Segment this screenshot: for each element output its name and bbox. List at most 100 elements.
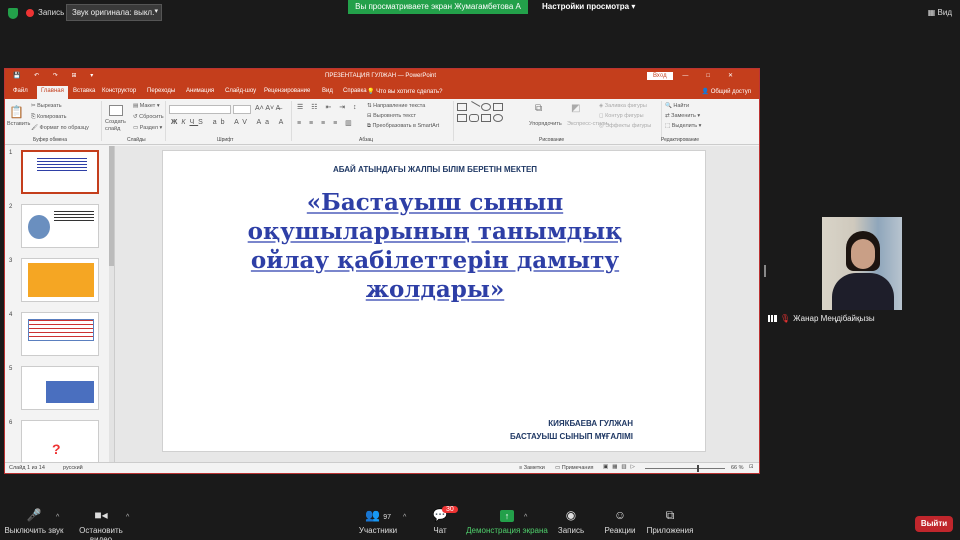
participant-video[interactable] — [822, 217, 902, 310]
tab-view[interactable]: Вид — [322, 88, 333, 94]
slide-title-line-3: ойлау қабілеттерін дамыту — [250, 247, 620, 274]
new-slide-icon — [109, 105, 123, 116]
copy-button[interactable]: ⎘ Копировать — [31, 114, 67, 121]
text-direction-button[interactable]: ⇅ Направление текста — [367, 103, 425, 109]
slide-thumbnail-4[interactable] — [21, 312, 99, 356]
thumbnail-text-lines — [54, 211, 94, 223]
original-audio-dropdown[interactable]: Звук оригинала: выкл. ▾ — [66, 4, 162, 21]
record-button[interactable]: ◉ Запись — [552, 508, 590, 535]
chevron-down-icon: ▾ — [154, 8, 158, 15]
triangle-shape-icon — [457, 114, 467, 122]
comments-button[interactable]: ▭ Примечания — [555, 465, 594, 471]
apps-button[interactable]: ⧉ Приложения — [644, 508, 696, 535]
share-button[interactable]: 👤 Общий доступ — [702, 88, 751, 95]
scrollbar-thumb[interactable] — [109, 146, 114, 266]
chat-button[interactable]: 💬 30 Чат — [426, 506, 458, 535]
mute-button[interactable]: 🎤 Выключить звук — [4, 508, 64, 535]
view-buttons[interactable]: ▣▦▥▷ — [603, 464, 639, 470]
replace-label: Заменить — [671, 113, 696, 119]
section-button[interactable]: ▭ Раздел ▾ — [133, 125, 162, 131]
paste-button[interactable]: Вставить — [7, 121, 30, 127]
fit-slide-icon[interactable]: ⊡ — [749, 464, 754, 470]
thumbnail-scrollbar[interactable] — [109, 146, 114, 462]
shape-outline-button[interactable]: ◻ Контур фигуры — [599, 113, 644, 119]
font-family-input[interactable] — [169, 105, 231, 114]
notes-button[interactable]: ≡ Заметки — [519, 465, 545, 471]
cut-button[interactable]: ✂ Вырезать — [31, 103, 62, 109]
font-format-buttons[interactable]: ЖКЧS ab AV Aa A — [171, 119, 287, 126]
smartart-button[interactable]: ⧉ Преобразовать в SmartArt — [367, 123, 439, 130]
divider — [165, 101, 166, 141]
align-buttons[interactable]: ≡ ≡ ≡ ≡ ▥ — [297, 119, 355, 127]
tab-insert[interactable]: Вставка — [73, 88, 95, 94]
view-mode-button[interactable]: ▦ Вид — [928, 8, 952, 17]
camera-icon: ■◂ — [94, 508, 108, 522]
slide-thumbnail-6[interactable]: ? — [21, 420, 99, 464]
align-text-label: Выровнять текст — [373, 113, 416, 119]
zoom-slider[interactable] — [645, 468, 725, 469]
zoom-level[interactable]: 66 % — [731, 465, 744, 471]
window-controls[interactable]: ▭—□✕ — [659, 72, 751, 79]
tab-slideshow[interactable]: Слайд-шоу — [225, 88, 256, 94]
font-size-input[interactable] — [233, 105, 251, 114]
thumbnail-number: 1 — [9, 150, 13, 156]
chat-label: Чат — [433, 526, 447, 535]
group-label-editing: Редактирование — [661, 137, 700, 143]
arrange-button[interactable]: Упорядочить — [529, 121, 562, 127]
tab-transitions[interactable]: Переходы — [147, 88, 175, 94]
reactions-button[interactable]: ☺ Реакции — [600, 508, 640, 535]
format-painter-button[interactable]: 🖌 Формат по образцу — [31, 125, 89, 131]
shape-fill-button[interactable]: ◈ Заливка фигуры — [599, 103, 647, 109]
section-icon: ▭ — [133, 125, 140, 131]
chevron-up-icon[interactable]: ^ — [126, 514, 129, 521]
slide-title-line-1: «Бастауыш сынып — [306, 189, 564, 216]
chevron-up-icon[interactable]: ^ — [403, 514, 406, 521]
find-button[interactable]: 🔍 Найти — [665, 103, 689, 109]
tell-me-search[interactable]: 💡 Что вы хотите сделать? — [367, 88, 442, 95]
zoom-slider-knob[interactable] — [697, 465, 699, 472]
replace-button[interactable]: ⇄ Заменить ▾ — [665, 113, 700, 119]
leave-button[interactable]: Выйти — [915, 516, 953, 532]
tab-file[interactable]: Файл — [13, 88, 28, 94]
view-options-button[interactable]: Настройки просмотра ▾ — [542, 2, 635, 11]
recording-indicator[interactable]: Запись — [26, 8, 64, 17]
tab-design[interactable]: Конструктор — [102, 88, 136, 94]
mic-muted-icon: 🎙 — [780, 314, 791, 323]
quick-access-toolbar[interactable]: 💾 ↶ ↷ ⊞ ▾ — [13, 72, 99, 79]
participants-button[interactable]: 👥 97 Участники — [356, 508, 400, 535]
security-shield[interactable] — [8, 8, 18, 19]
language-status[interactable]: русский — [63, 465, 83, 471]
new-slide-button[interactable]: Создать слайд — [105, 119, 131, 133]
slide-title-line-2: оқушыларының танымдық — [247, 218, 623, 245]
tab-help[interactable]: Справка — [343, 88, 367, 94]
shapes-gallery[interactable] — [457, 101, 525, 133]
stop-video-button[interactable]: ■◂ Остановить видео — [68, 508, 134, 540]
chevron-up-icon[interactable]: ^ — [56, 514, 59, 521]
layout-button[interactable]: ▤ Макет ▾ — [133, 103, 160, 109]
slide-scrollbar[interactable] — [753, 148, 759, 460]
slide-thumbnail-5[interactable] — [21, 366, 99, 410]
align-text-button[interactable]: ⊟ Выровнять текст — [367, 113, 416, 119]
panel-resize-handle[interactable] — [764, 265, 766, 277]
select-button[interactable]: ⬚ Выделить ▾ — [665, 123, 701, 129]
shield-icon — [8, 8, 18, 19]
apps-icon: ⧉ — [665, 508, 675, 522]
slide-thumbnail-3[interactable] — [21, 258, 99, 302]
slide-thumbnail-2[interactable] — [21, 204, 99, 248]
participant-body — [832, 273, 894, 310]
cut-label: Вырезать — [37, 103, 62, 109]
shape-effects-button[interactable]: ◎ Эффекты фигуры — [599, 123, 651, 129]
tab-animation[interactable]: Анимация — [186, 88, 214, 94]
current-slide[interactable]: АБАЙ АТЫНДАҒЫ ЖАЛПЫ БІЛІМ БЕРЕТІН МЕКТЕП… — [162, 150, 706, 452]
chevron-up-icon[interactable]: ^ — [524, 514, 527, 521]
slide-thumbnail-1[interactable] — [21, 150, 99, 194]
font-size-buttons[interactable]: A˄ A˅ A̶ — [255, 105, 280, 112]
tab-home[interactable]: Главная — [37, 86, 68, 99]
thumbnail-number: 4 — [9, 312, 13, 318]
tab-review[interactable]: Рецензирование — [264, 88, 310, 94]
group-label-slides: Слайды — [127, 137, 146, 143]
reset-button[interactable]: ↺ Сбросить — [133, 114, 164, 120]
brush-icon: 🖌 — [31, 125, 40, 131]
list-buttons[interactable]: ☰ ☷ ⇤ ⇥ ↕ — [297, 103, 360, 111]
share-screen-button[interactable]: ↑ Демонстрация экрана — [466, 508, 548, 535]
